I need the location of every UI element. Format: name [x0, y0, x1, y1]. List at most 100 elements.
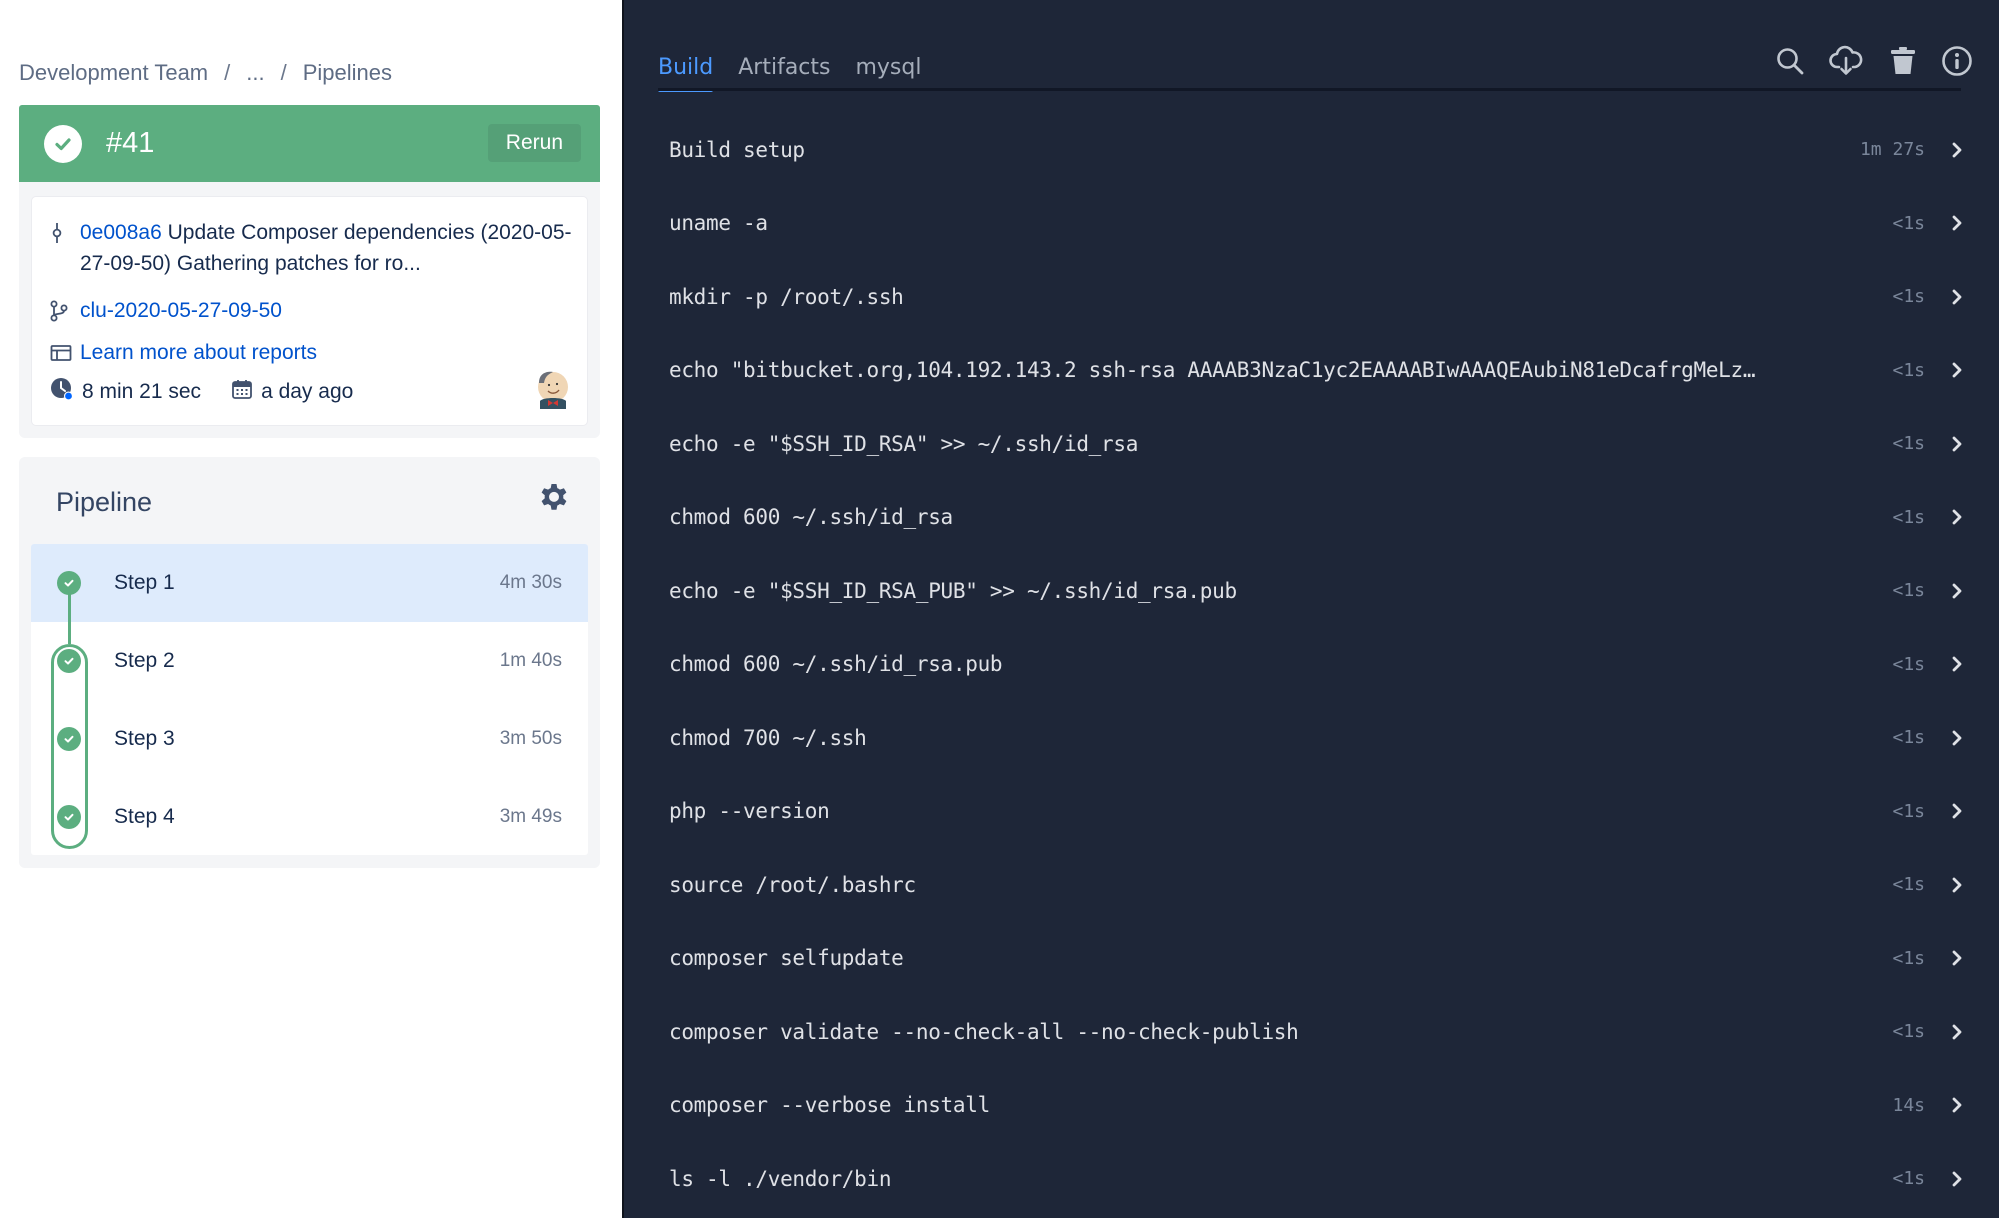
pipeline-step[interactable]: Step 4 3m 49s: [31, 778, 588, 856]
step-name: Step 4: [114, 805, 175, 828]
chevron-right-icon[interactable]: [1949, 728, 1965, 748]
tab-mysql[interactable]: mysql: [855, 55, 921, 90]
branch-link[interactable]: clu-2020-05-27-09-50: [80, 295, 282, 326]
log-step-row[interactable]: uname -a <1s: [658, 187, 1971, 261]
breadcrumb-separator: /: [280, 60, 287, 85]
log-step-row[interactable]: echo -e "$SSH_ID_RSA_PUB" >> ~/.ssh/id_r…: [658, 554, 1971, 628]
gear-icon[interactable]: [538, 482, 570, 514]
commit-row: 0e008a6 Update Composer dependencies (20…: [50, 217, 580, 279]
run-details-panel: Development Team / ... / Pipelines #41 R…: [0, 0, 622, 1218]
log-step-row[interactable]: chmod 600 ~/.ssh/id_rsa <1s: [658, 481, 1971, 555]
breadcrumb: Development Team / ... / Pipelines: [19, 58, 392, 88]
calendar-icon: [231, 378, 261, 406]
trash-icon[interactable]: [1886, 44, 1920, 78]
chevron-right-icon[interactable]: [1949, 654, 1965, 674]
chevron-right-icon[interactable]: [1949, 875, 1965, 895]
log-duration: <1s: [1892, 359, 1925, 381]
step-success-icon: [57, 649, 81, 673]
log-duration: <1s: [1892, 800, 1925, 822]
step-name: Step 2: [114, 649, 175, 672]
log-step-row[interactable]: mkdir -p /root/.ssh <1s: [658, 260, 1971, 334]
chevron-right-icon[interactable]: [1949, 948, 1965, 968]
log-command: composer --verbose install: [669, 1093, 990, 1118]
log-duration: <1s: [1892, 947, 1925, 969]
log-step-row[interactable]: Build setup 1m 27s: [658, 113, 1971, 187]
step-duration: 1m 40s: [499, 650, 562, 671]
learn-more-reports-link[interactable]: Learn more about reports: [80, 337, 317, 368]
reports-icon: [50, 337, 80, 368]
log-command: echo -e "$SSH_ID_RSA" >> ~/.ssh/id_rsa: [669, 431, 1139, 456]
log-command: chmod 700 ~/.ssh: [669, 725, 867, 750]
log-command: ls -l ./vendor/bin: [669, 1166, 892, 1191]
log-step-row[interactable]: echo -e "$SSH_ID_RSA" >> ~/.ssh/id_rsa <1…: [658, 407, 1971, 481]
log-command: composer validate --no-check-all --no-ch…: [669, 1019, 1299, 1044]
build-log-panel: Build Artifacts mysql Build setup 1m 27s u…: [622, 0, 1999, 1218]
run-meta: 8 min 21 sec a day ago: [50, 377, 383, 407]
chevron-right-icon[interactable]: [1949, 360, 1965, 380]
log-command: php --version: [669, 799, 830, 824]
log-step-row[interactable]: ls -l ./vendor/bin <1s: [658, 1142, 1971, 1216]
step-name: Step 1: [114, 571, 175, 594]
log-duration: <1s: [1892, 506, 1925, 528]
pipeline-card: Pipeline Step 1 4m 30s Step 2 1m 40s Ste…: [19, 457, 600, 868]
jenkins-avatar-icon[interactable]: [535, 369, 571, 409]
clock-icon: [50, 377, 82, 407]
pipeline-title: Pipeline: [56, 487, 153, 517]
tab-build[interactable]: Build: [658, 55, 714, 92]
commit-description: 0e008a6 Update Composer dependencies (20…: [80, 217, 580, 279]
run-number: #41: [106, 127, 155, 159]
step-success-icon: [57, 727, 81, 751]
tab-artifacts[interactable]: Artifacts: [738, 55, 830, 90]
chevron-right-icon[interactable]: [1949, 1022, 1965, 1042]
pipeline-step[interactable]: Step 3 3m 50s: [31, 700, 588, 778]
log-duration: 1m 27s: [1859, 139, 1925, 161]
step-duration: 3m 50s: [499, 728, 562, 749]
chevron-right-icon[interactable]: [1949, 1169, 1965, 1189]
log-duration: 14s: [1892, 1094, 1925, 1116]
breadcrumb-item-pipelines[interactable]: Pipelines: [303, 60, 392, 86]
pipeline-step[interactable]: Step 1 4m 30s: [31, 544, 588, 622]
step-duration: 3m 49s: [499, 806, 562, 827]
run-status-header: #41 Rerun: [19, 105, 600, 182]
rerun-button[interactable]: Rerun: [487, 124, 581, 162]
started-text: a day ago: [261, 380, 354, 403]
chevron-right-icon[interactable]: [1949, 1095, 1965, 1115]
info-icon[interactable]: [1940, 44, 1974, 78]
search-icon[interactable]: [1773, 44, 1807, 78]
log-step-row[interactable]: echo "bitbucket.org,104.192.143.2 ssh-rs…: [658, 334, 1971, 408]
chevron-right-icon[interactable]: [1949, 287, 1965, 307]
duration: 8 min 21 sec: [50, 377, 201, 407]
breadcrumb-item-workspace[interactable]: Development Team: [19, 60, 208, 86]
log-step-row[interactable]: source /root/.bashrc <1s: [658, 848, 1971, 922]
reports-row: Learn more about reports: [50, 337, 317, 368]
chevron-right-icon[interactable]: [1949, 801, 1965, 821]
branch-icon: [50, 295, 80, 326]
log-duration: <1s: [1892, 1168, 1925, 1190]
log-step-row[interactable]: composer selfupdate <1s: [658, 922, 1971, 996]
log-duration: <1s: [1892, 433, 1925, 455]
tab-divider: [658, 88, 1961, 91]
step-connector-line: [68, 594, 71, 644]
log-step-row[interactable]: composer validate --no-check-all --no-ch…: [658, 995, 1971, 1069]
log-step-row[interactable]: chmod 600 ~/.ssh/id_rsa.pub <1s: [658, 628, 1971, 702]
run-info-wrapper: 0e008a6 Update Composer dependencies (20…: [19, 182, 600, 438]
breadcrumb-item-collapsed[interactable]: ...: [246, 60, 264, 86]
commit-hash-link[interactable]: 0e008a6: [80, 221, 162, 244]
log-step-row[interactable]: chmod 700 ~/.ssh <1s: [658, 701, 1971, 775]
breadcrumb-separator: /: [224, 60, 231, 85]
pipeline-step[interactable]: Step 2 1m 40s: [31, 622, 588, 700]
chevron-right-icon[interactable]: [1949, 581, 1965, 601]
cloud-download-icon[interactable]: [1829, 44, 1863, 78]
log-command: chmod 600 ~/.ssh/id_rsa.pub: [669, 652, 1003, 677]
log-duration: <1s: [1892, 212, 1925, 234]
duration-text: 8 min 21 sec: [82, 380, 202, 403]
chevron-right-icon[interactable]: [1949, 507, 1965, 527]
chevron-right-icon[interactable]: [1949, 140, 1965, 160]
log-step-row[interactable]: composer --verbose install 14s: [658, 1069, 1971, 1143]
branch-row: clu-2020-05-27-09-50: [50, 295, 282, 326]
chevron-right-icon[interactable]: [1949, 434, 1965, 454]
log-command: uname -a: [669, 211, 768, 236]
log-step-row[interactable]: php --version <1s: [658, 775, 1971, 849]
pipeline-steps-list: Step 1 4m 30s Step 2 1m 40s Step 3 3m 50…: [31, 544, 588, 855]
chevron-right-icon[interactable]: [1949, 213, 1965, 233]
